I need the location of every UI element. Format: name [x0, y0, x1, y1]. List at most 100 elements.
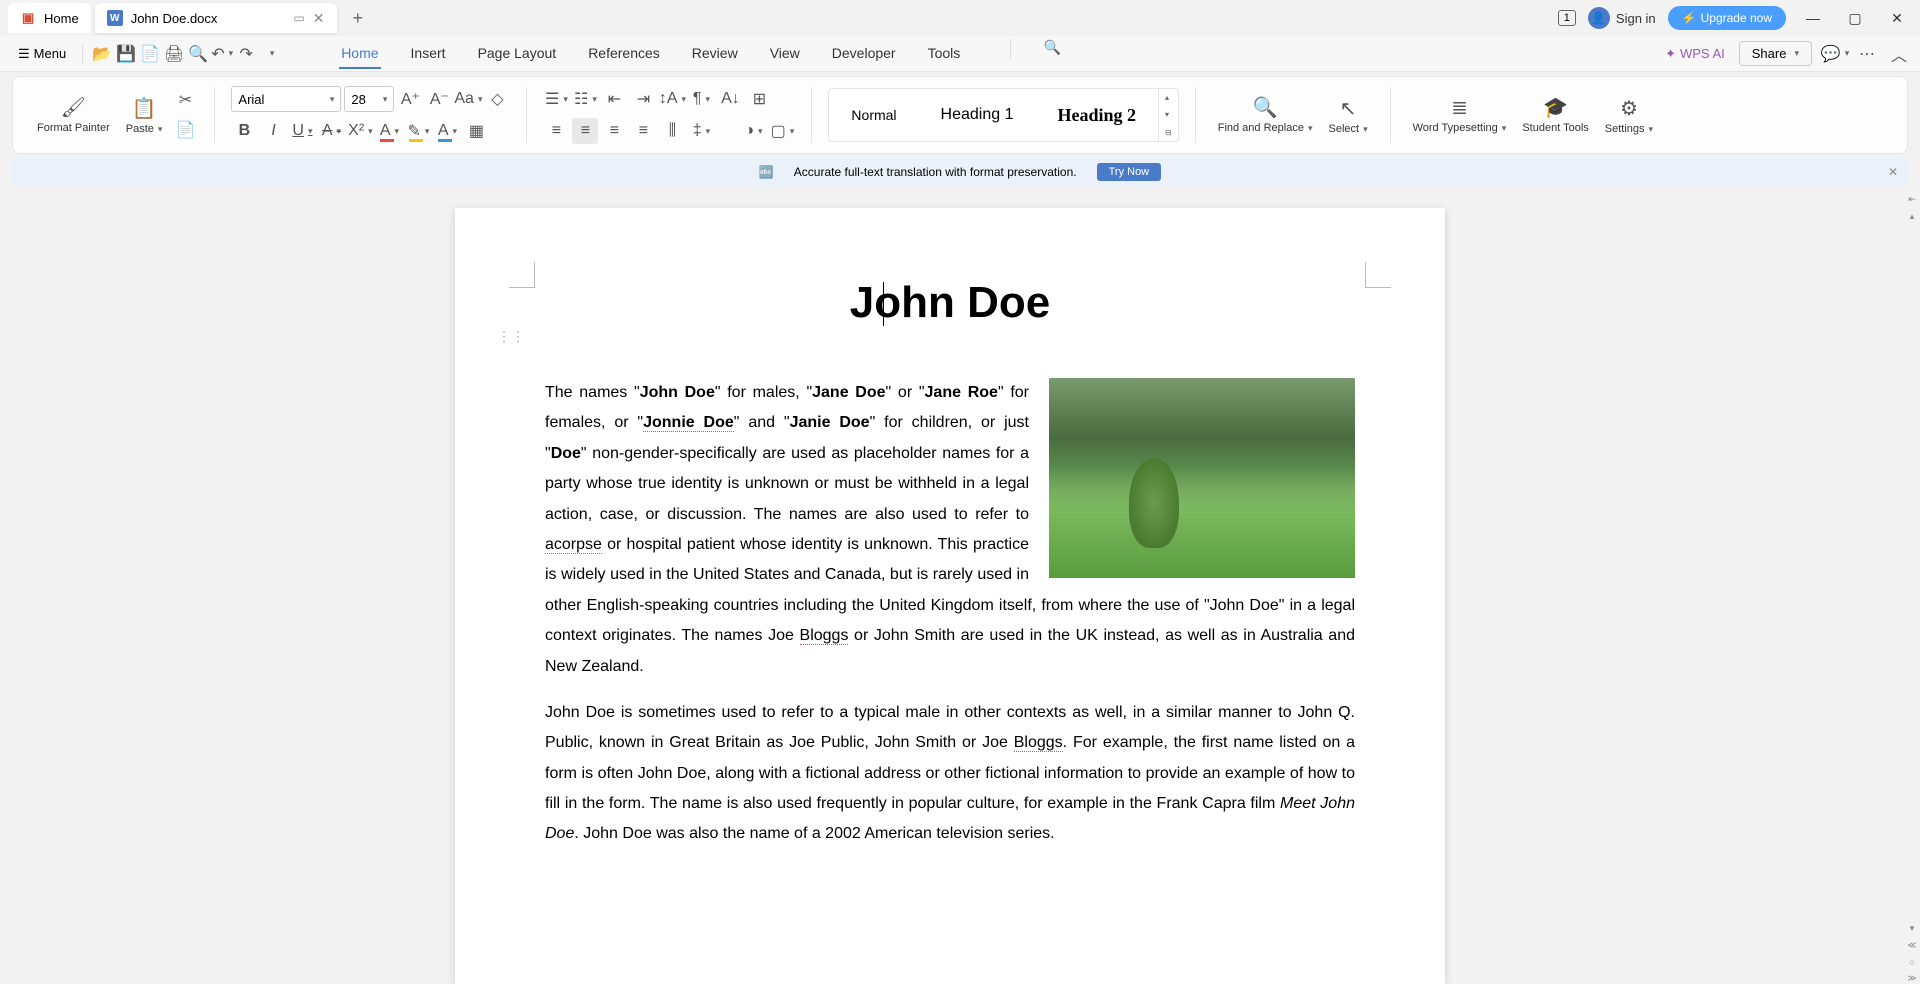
- tab-page-layout[interactable]: Page Layout: [476, 39, 559, 69]
- distribute-icon[interactable]: ⫼: [659, 118, 685, 144]
- paragraph-mark-icon[interactable]: ¶▾: [688, 86, 714, 112]
- upgrade-button[interactable]: ⚡ Upgrade now: [1668, 6, 1786, 30]
- export-icon[interactable]: 📄: [141, 45, 159, 63]
- new-tab-button[interactable]: +: [341, 8, 376, 29]
- settings-button[interactable]: ⚙ Settings▾: [1599, 92, 1659, 139]
- copy-icon[interactable]: 📄: [172, 117, 198, 143]
- align-center-icon[interactable]: ≡: [572, 118, 598, 144]
- bold-icon[interactable]: B: [231, 118, 257, 144]
- increase-font-icon[interactable]: A⁺: [397, 86, 423, 112]
- tab-close-icon[interactable]: ✕: [313, 10, 325, 27]
- text-color2-icon[interactable]: A▾: [434, 118, 460, 144]
- bullets-icon[interactable]: ☰▾: [543, 86, 569, 112]
- text-direction-icon[interactable]: ↕A▾: [659, 86, 685, 112]
- student-tools-button[interactable]: 🎓 Student Tools: [1516, 91, 1594, 138]
- tab-insert[interactable]: Insert: [409, 39, 448, 69]
- drag-handle-icon[interactable]: ⋮⋮: [497, 328, 525, 345]
- document-title[interactable]: John Doe: [545, 278, 1355, 328]
- paragraph-2[interactable]: John Doe is sometimes used to refer to a…: [545, 698, 1355, 850]
- style-heading1[interactable]: Heading 1: [919, 89, 1036, 141]
- superscript-icon[interactable]: X²▾: [347, 118, 373, 144]
- strikethrough-icon[interactable]: A▾: [318, 118, 344, 144]
- corner-marker-icon: [1365, 262, 1391, 288]
- open-icon[interactable]: 📂: [93, 45, 111, 63]
- menu-button[interactable]: ☰ Menu: [12, 42, 72, 66]
- style-down-icon[interactable]: ▾: [1159, 106, 1178, 123]
- font-color-icon[interactable]: A▾: [376, 118, 402, 144]
- increase-indent-icon[interactable]: ⇥: [630, 86, 656, 112]
- numbering-icon[interactable]: ☷▾: [572, 86, 598, 112]
- home-tab[interactable]: ▣ Home: [8, 3, 91, 33]
- align-left-icon[interactable]: ≡: [543, 118, 569, 144]
- underline-icon[interactable]: U▾: [289, 118, 315, 144]
- tab-minimize-icon[interactable]: ▭: [293, 11, 304, 25]
- paintbrush-icon: 🖌: [61, 95, 86, 120]
- banner-close-icon[interactable]: ✕: [1888, 165, 1898, 179]
- style-normal[interactable]: Normal: [829, 89, 918, 141]
- scroll-down-icon[interactable]: ▾: [1910, 923, 1915, 934]
- sort-icon[interactable]: A↓: [717, 86, 743, 112]
- tab-view[interactable]: View: [768, 39, 802, 69]
- notification-badge[interactable]: 1: [1558, 10, 1576, 26]
- scroll-up-icon[interactable]: ▴: [1910, 211, 1915, 222]
- next-page-icon[interactable]: ≫: [1907, 973, 1916, 984]
- style-up-icon[interactable]: ▴: [1159, 89, 1178, 106]
- style-heading2[interactable]: Heading 2: [1036, 89, 1159, 141]
- wps-ai-button[interactable]: ✦ WPS AI: [1665, 46, 1725, 62]
- undo-icon[interactable]: ↶▾: [213, 45, 231, 63]
- format-painter-button[interactable]: 🖌 Format Painter: [31, 91, 116, 138]
- more-icon[interactable]: ⋯: [1858, 45, 1876, 63]
- word-typesetting-button[interactable]: ≣ Word Typesetting▾: [1407, 91, 1513, 138]
- prev-page-icon[interactable]: ≪: [1907, 940, 1916, 951]
- cut-icon[interactable]: ✂: [172, 87, 198, 113]
- font-size-select[interactable]: 28 ▾: [344, 86, 394, 112]
- document-body[interactable]: The names "John Doe" for males, "Jane Do…: [545, 378, 1355, 850]
- signin-button[interactable]: 👤 Sign in: [1588, 7, 1656, 29]
- redo-icon[interactable]: ↷: [237, 45, 255, 63]
- align-right-icon[interactable]: ≡: [601, 118, 627, 144]
- shading-icon[interactable]: ▦: [463, 118, 489, 144]
- change-case-icon[interactable]: Aa▾: [455, 86, 481, 112]
- page-nav-icon[interactable]: ○: [1909, 957, 1914, 967]
- tab-review[interactable]: Review: [690, 39, 740, 69]
- try-now-button[interactable]: Try Now: [1097, 163, 1162, 181]
- tab-developer[interactable]: Developer: [830, 39, 898, 69]
- more-quickaccess-icon[interactable]: ▾: [261, 45, 279, 63]
- avatar-icon: 👤: [1588, 7, 1610, 29]
- clear-format-icon[interactable]: ◇: [484, 86, 510, 112]
- student-tools-label: Student Tools: [1522, 122, 1588, 134]
- document-page[interactable]: ⋮⋮ John Doe The names "John Doe" for mal…: [455, 208, 1445, 984]
- minimize-button[interactable]: —: [1798, 3, 1828, 33]
- font-name-select[interactable]: Arial ▾: [231, 86, 341, 112]
- search-icon[interactable]: 🔍: [1043, 39, 1061, 57]
- select-button[interactable]: ↖ Select▾: [1322, 92, 1373, 139]
- tab-home[interactable]: Home: [339, 39, 380, 69]
- tab-tools[interactable]: Tools: [926, 39, 963, 69]
- print-icon[interactable]: 🖨: [165, 45, 183, 63]
- tab-references[interactable]: References: [586, 39, 662, 69]
- fill-color-icon[interactable]: ◑▾: [740, 118, 766, 144]
- italic-icon[interactable]: I: [260, 118, 286, 144]
- maximize-button[interactable]: ▢: [1840, 3, 1870, 33]
- share-label: Share: [1752, 46, 1787, 61]
- borders-icon[interactable]: ▢▾: [769, 118, 795, 144]
- style-more-icon[interactable]: ⊟: [1159, 124, 1178, 141]
- print-preview-icon[interactable]: 🔍: [189, 45, 207, 63]
- close-button[interactable]: ✕: [1882, 3, 1912, 33]
- save-icon[interactable]: 💾: [117, 45, 135, 63]
- document-tab[interactable]: W John Doe.docx ▭ ✕: [95, 3, 337, 33]
- collapse-ribbon-icon[interactable]: ︿: [1890, 45, 1908, 63]
- share-button[interactable]: Share ▾: [1739, 41, 1812, 66]
- justify-icon[interactable]: ≡: [630, 118, 656, 144]
- font-size-value: 28: [351, 92, 365, 107]
- document-image[interactable]: [1049, 378, 1355, 578]
- decrease-font-icon[interactable]: A⁻: [426, 86, 452, 112]
- comments-icon[interactable]: 💬▾: [1826, 45, 1844, 63]
- line-spacing-icon[interactable]: ‡▾: [688, 118, 714, 144]
- paste-button[interactable]: 📋 Paste▾: [120, 92, 169, 139]
- decrease-indent-icon[interactable]: ⇤: [601, 86, 627, 112]
- find-replace-button[interactable]: 🔍 Find and Replace▾: [1212, 91, 1319, 138]
- tabs-icon[interactable]: ⊞: [746, 86, 772, 112]
- sidebar-expand-icon[interactable]: ⇤: [1908, 194, 1916, 205]
- highlight-icon[interactable]: ✎▾: [405, 118, 431, 144]
